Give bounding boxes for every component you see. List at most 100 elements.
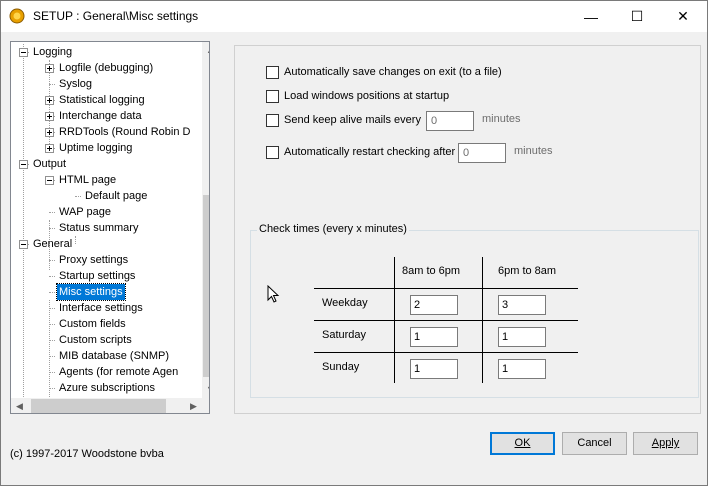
tree-item-rrdtools-round-robin-d[interactable]: RRDTools (Round Robin D	[11, 124, 202, 140]
tree-item-custom-scripts[interactable]: Custom scripts	[11, 332, 202, 348]
tree-item-label: RRDTools (Round Robin D	[59, 126, 191, 138]
expand-icon[interactable]	[45, 96, 54, 105]
expand-icon[interactable]	[45, 128, 54, 137]
tree-item-startup-settings[interactable]: Startup settings	[11, 268, 202, 284]
column-header-night: 6pm to 8am	[498, 265, 557, 277]
tree-item-label: MIB database (SNMP)	[59, 350, 170, 362]
row-label-sunday: Sunday	[322, 361, 360, 373]
sunday-day-input[interactable]: 1	[410, 359, 458, 379]
expand-icon[interactable]	[45, 144, 54, 153]
tree-item-label: Custom fields	[59, 318, 126, 330]
check-times-title: Check times (every x minutes)	[257, 223, 409, 235]
collapse-icon[interactable]	[45, 176, 54, 185]
grid-line	[394, 257, 395, 383]
tree-connector	[49, 228, 55, 229]
tree-item-label: Interface settings	[59, 302, 143, 314]
window-title: SETUP : General\Misc settings	[33, 9, 199, 23]
grid-line	[482, 257, 483, 383]
tree-item-label: Misc settings	[56, 283, 126, 301]
restart-unit: minutes	[514, 145, 553, 157]
tree-item-label: Statistical logging	[59, 94, 145, 106]
load-positions-checkbox[interactable]	[266, 90, 279, 103]
ok-button-label: OK	[514, 437, 531, 449]
tree-item-label: HTML page	[59, 174, 117, 186]
tree-horizontal-thumb[interactable]	[31, 399, 166, 413]
apply-button[interactable]: Apply	[633, 432, 698, 455]
tree-vertical-thumb[interactable]	[203, 195, 209, 377]
settings-tree[interactable]: Logging Logfile (debugging) Syslog Statisti…	[10, 41, 210, 414]
tree-item-label: Status summary	[59, 222, 139, 234]
app-icon	[9, 8, 25, 24]
tree-item-wap-page[interactable]: WAP page	[11, 204, 202, 220]
tree-item-label: Startup settings	[59, 270, 136, 282]
tree-item-uptime-logging[interactable]: Uptime logging	[11, 140, 202, 156]
grid-line	[314, 288, 578, 289]
collapse-icon[interactable]	[19, 160, 28, 169]
tree-item-label: Proxy settings	[59, 254, 129, 266]
scroll-corner	[202, 398, 209, 413]
tree-item-label: General	[33, 238, 73, 250]
tree-item-label: Custom scripts	[59, 334, 132, 346]
tree-item-interchange-data[interactable]: Interchange data	[11, 108, 202, 124]
collapse-icon[interactable]	[19, 48, 28, 57]
saturday-day-input[interactable]: 1	[410, 327, 458, 347]
tree-connector	[49, 260, 55, 261]
collapse-icon[interactable]	[19, 240, 28, 249]
tree-connector	[49, 388, 55, 389]
weekday-night-input[interactable]: 3	[498, 295, 546, 315]
tree-connector	[75, 196, 81, 197]
expand-icon[interactable]	[45, 64, 54, 73]
scroll-right-icon[interactable]: ▶	[185, 398, 202, 413]
tree-horizontal-scrollbar[interactable]: ◀ ▶	[11, 398, 202, 413]
cancel-button[interactable]: Cancel	[562, 432, 627, 455]
restart-checkbox[interactable]	[266, 146, 279, 159]
tree-item-interface-settings[interactable]: Interface settings	[11, 300, 202, 316]
tree-item-status-summary[interactable]: Status summary	[11, 220, 202, 236]
tree-item-label: Azure subscriptions	[59, 382, 155, 394]
tree-connector	[49, 84, 55, 85]
tree-connector	[49, 324, 55, 325]
check-times-group: Check times (every x minutes)	[250, 223, 699, 398]
tree-connector	[49, 276, 55, 277]
mouse-cursor-icon	[267, 285, 280, 303]
weekday-day-input[interactable]: 2	[410, 295, 458, 315]
tree-item-azure-subscriptions[interactable]: Azure subscriptions	[11, 380, 202, 396]
tree-item-statistical-logging[interactable]: Statistical logging	[11, 92, 202, 108]
tree-item-logfile-debugging[interactable]: Logfile (debugging)	[11, 60, 202, 76]
load-positions-label: Load windows positions at startup	[284, 90, 450, 102]
tree-item-general[interactable]: General	[11, 236, 202, 252]
tree-item-default-page[interactable]: Default page	[11, 188, 202, 204]
tree-item-syslog[interactable]: Syslog	[11, 76, 202, 92]
maximize-button[interactable]: ☐	[614, 1, 660, 32]
copyright-text: (c) 1997-2017 Woodstone bvba	[10, 448, 164, 460]
scroll-down-icon[interactable]: ▼	[202, 381, 209, 398]
tree-item-agents-for-remote-agen[interactable]: Agents (for remote Agen	[11, 364, 202, 380]
tree-item-label: Agents (for remote Agen	[59, 366, 179, 378]
setup-window: SETUP : General\Misc settings — ☐ ✕ Logg…	[0, 0, 708, 486]
tree-item-misc-settings[interactable]: Misc settings	[11, 283, 202, 301]
tree-item-label: Default page	[85, 190, 148, 202]
title-bar: SETUP : General\Misc settings — ☐ ✕	[1, 1, 707, 32]
tree-item-proxy-settings[interactable]: Proxy settings	[11, 252, 202, 268]
tree-item-output[interactable]: Output	[11, 156, 202, 172]
tree-item-mib-database-snmp[interactable]: MIB database (SNMP)	[11, 348, 202, 364]
keepalive-minutes-input[interactable]: 0	[426, 111, 474, 131]
expand-icon[interactable]	[45, 112, 54, 121]
tree-item-logging[interactable]: Logging	[11, 44, 202, 60]
grid-line	[314, 352, 578, 353]
scroll-left-icon[interactable]: ◀	[11, 398, 28, 413]
tree-item-label: Interchange data	[59, 110, 142, 122]
ok-button[interactable]: OK	[490, 432, 555, 455]
tree-item-custom-fields[interactable]: Custom fields	[11, 316, 202, 332]
keepalive-checkbox[interactable]	[266, 114, 279, 127]
saturday-night-input[interactable]: 1	[498, 327, 546, 347]
tree-connector	[49, 372, 55, 373]
tree-item-html-page[interactable]: HTML page	[11, 172, 202, 188]
minimize-button[interactable]: —	[568, 1, 614, 32]
tree-vertical-scrollbar[interactable]: ▲ ▼	[202, 42, 209, 398]
restart-minutes-input[interactable]: 0	[458, 143, 506, 163]
scroll-up-icon[interactable]: ▲	[202, 42, 209, 59]
close-button[interactable]: ✕	[660, 1, 706, 32]
autosave-checkbox[interactable]	[266, 66, 279, 79]
sunday-night-input[interactable]: 1	[498, 359, 546, 379]
